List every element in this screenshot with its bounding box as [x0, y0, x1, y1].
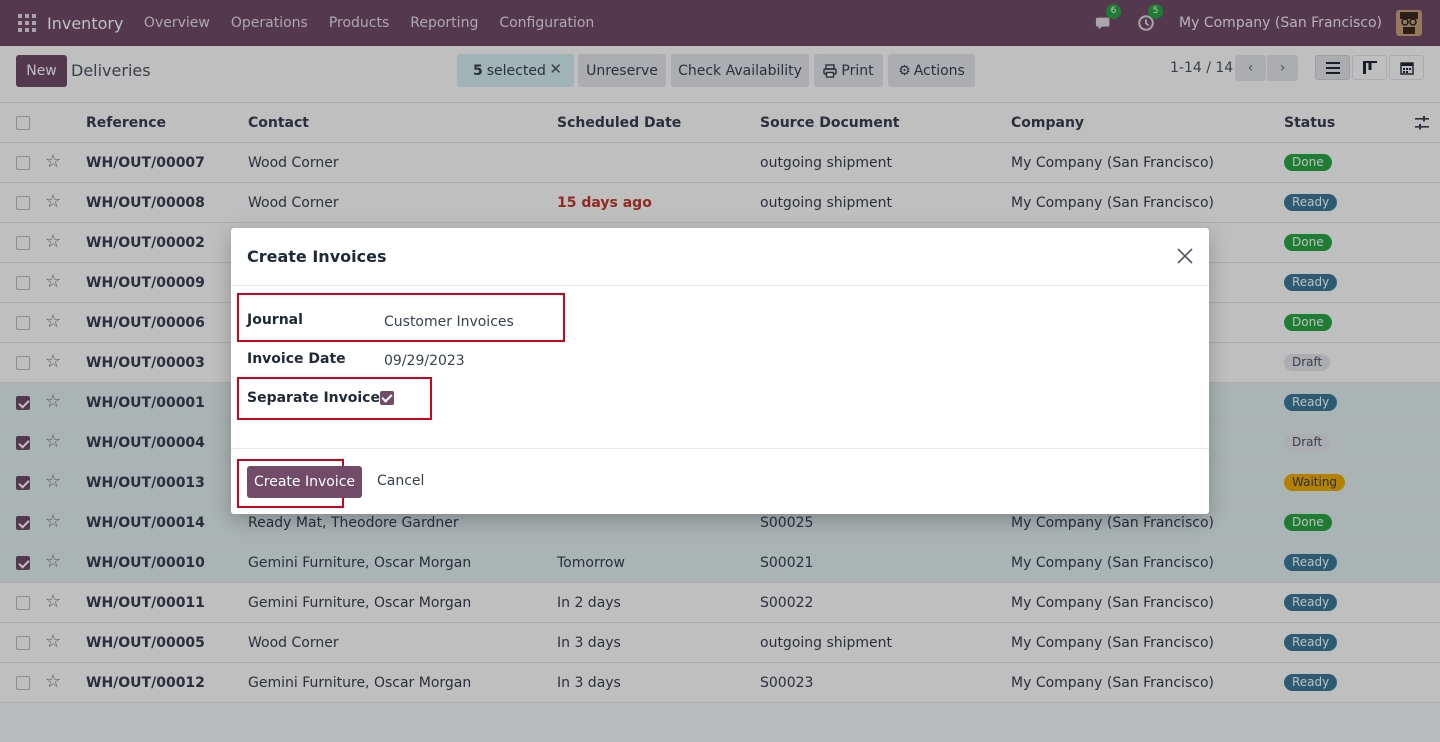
journal-label: Journal [247, 312, 303, 328]
cancel-button[interactable]: Cancel [377, 473, 424, 489]
invoice-date-field[interactable]: 09/29/2023 [384, 353, 465, 369]
separate-invoice-checkbox[interactable] [380, 391, 394, 405]
dialog-title: Create Invoices [247, 247, 387, 266]
close-icon[interactable] [1175, 246, 1195, 266]
create-invoices-dialog: Create Invoices Journal Customer Invoice… [231, 228, 1209, 514]
dialog-footer: Create Invoice Cancel [231, 448, 1209, 514]
dialog-body: Journal Customer Invoices Invoice Date 0… [231, 286, 1209, 448]
invoice-date-label: Invoice Date [247, 351, 346, 367]
separate-invoice-label: Separate Invoice ? [247, 390, 393, 406]
journal-field[interactable]: Customer Invoices [384, 314, 514, 330]
dialog-header: Create Invoices [231, 228, 1209, 286]
create-invoice-button[interactable]: Create Invoice [247, 466, 362, 498]
